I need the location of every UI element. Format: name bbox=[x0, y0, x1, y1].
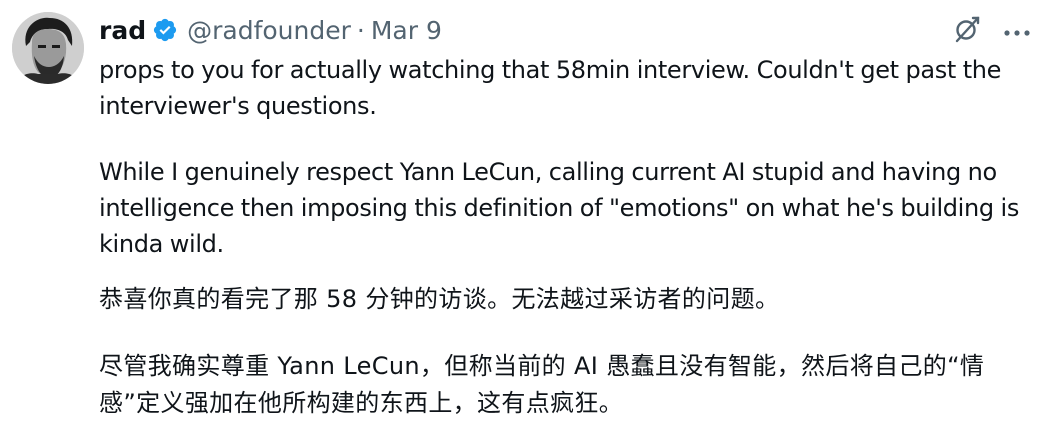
translation-paragraph: 尽管我确实尊重 Yann LeCun，但称当前的 AI 愚蠢且没有智能，然后将自… bbox=[99, 352, 985, 417]
tweet[interactable]: rad @radfounder · Mar 9 props to you for… bbox=[0, 0, 1048, 428]
display-name[interactable]: rad bbox=[99, 16, 146, 45]
verified-badge-icon[interactable] bbox=[152, 17, 178, 43]
more-icon[interactable] bbox=[1004, 22, 1030, 41]
translation-paragraph: 恭喜你真的看完了那 58 分钟的访谈。无法越过采访者的问题。 bbox=[99, 285, 780, 313]
tweet-paragraph: props to you for actually watching that … bbox=[99, 56, 1002, 120]
separator-dot: · bbox=[356, 15, 365, 45]
timestamp[interactable]: Mar 9 bbox=[371, 16, 442, 45]
translation-text: 恭喜你真的看完了那 58 分钟的访谈。无法越过采访者的问题。 尽管我确实尊重 Y… bbox=[99, 281, 1039, 422]
tweet-text: props to you for actually watching that … bbox=[99, 52, 1019, 262]
tweet-paragraph: While I genuinely respect Yann LeCun, ca… bbox=[99, 158, 1019, 258]
handle[interactable]: @radfounder bbox=[187, 16, 351, 45]
avatar[interactable] bbox=[12, 12, 84, 84]
tweet-actions bbox=[952, 14, 1030, 48]
grok-icon[interactable] bbox=[952, 14, 982, 48]
tweet-header: rad @radfounder · Mar 9 bbox=[99, 10, 442, 50]
